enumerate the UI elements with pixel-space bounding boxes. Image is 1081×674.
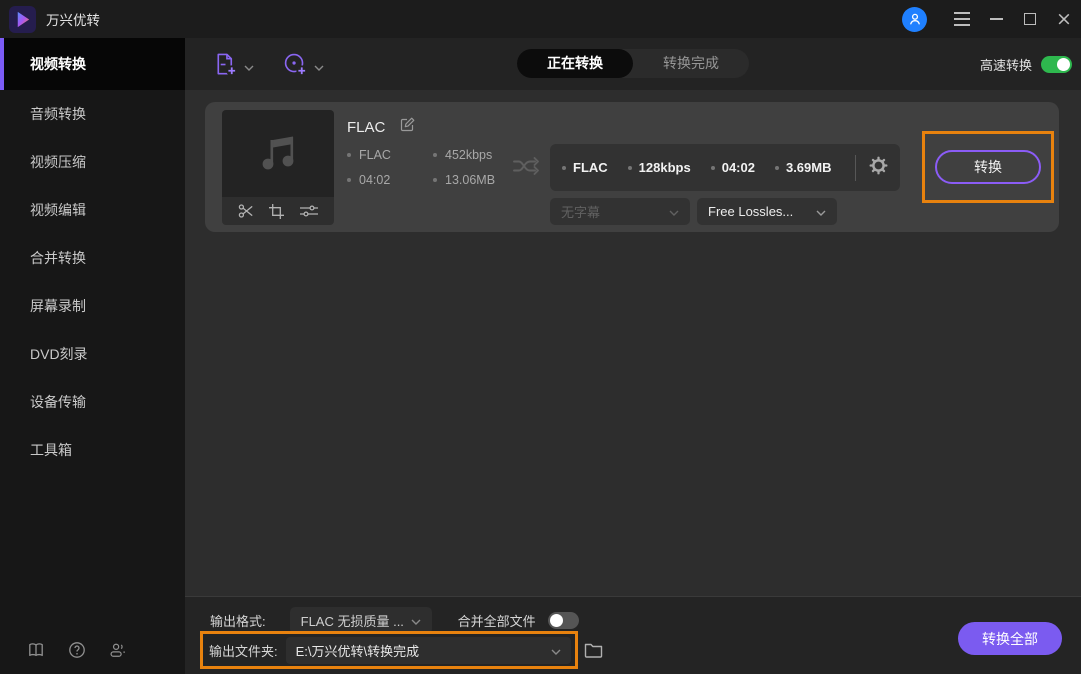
highlight-box-convert: 转换 — [922, 131, 1054, 203]
app-logo-icon — [9, 6, 36, 33]
trim-icon[interactable] — [238, 203, 254, 219]
source-format: FLAC — [359, 148, 391, 162]
convert-button[interactable]: 转换 — [935, 150, 1041, 184]
high-speed-toggle[interactable] — [1041, 56, 1072, 73]
preset-dropdown-value: Free Lossles... — [708, 204, 793, 219]
source-duration: 04:02 — [359, 173, 390, 187]
close-icon: × — [1056, 10, 1072, 29]
maximize-icon — [1024, 13, 1036, 25]
tab-group: 正在转换 转换完成 — [517, 49, 749, 78]
minimize-icon — [990, 18, 1003, 20]
thumbnail-toolbar — [222, 197, 334, 225]
output-format-dropdown[interactable]: FLAC 无损质量 ... — [290, 607, 432, 634]
thumbnail-image — [222, 110, 334, 197]
sidebar-item-video-convert[interactable]: 视频转换 — [0, 38, 185, 90]
crop-icon[interactable] — [269, 204, 284, 219]
add-disc-button[interactable] — [283, 52, 324, 82]
app-title: 万兴优转 — [46, 9, 100, 29]
target-format: FLAC — [573, 160, 608, 175]
merge-all-toggle[interactable] — [548, 612, 579, 629]
effects-icon[interactable] — [300, 205, 318, 217]
sidebar-footer — [27, 641, 127, 659]
bottombar: 输出格式: FLAC 无损质量 ... 合并全部文件 输出文件夹: E:\万兴优… — [185, 596, 1081, 674]
output-folder-label: 输出文件夹: — [209, 641, 278, 660]
chevron-down-icon — [244, 58, 254, 76]
source-file-info: FLAC 452kbps 04:02 13.06MB — [347, 148, 495, 187]
sidebar-item-audio-convert[interactable]: 音频转换 — [0, 90, 185, 138]
open-folder-icon[interactable] — [584, 642, 603, 663]
toolbar: 正在转换 转换完成 高速转换 — [185, 38, 1081, 90]
source-bitrate: 452kbps — [445, 148, 492, 162]
file-card: FLAC FLAC 452kbps 04:02 13.06MB — [205, 102, 1059, 232]
contact-icon[interactable] — [109, 641, 127, 659]
convert-direction-icon — [511, 155, 541, 182]
sidebar: 视频转换 音频转换 视频压缩 视频编辑 合并转换 屏幕录制 DVD刻录 设备传输… — [0, 38, 185, 674]
tab-converting[interactable]: 正在转换 — [517, 49, 633, 78]
highlight-box-output-folder: 输出文件夹: E:\万兴优转\转换完成 — [200, 631, 578, 669]
target-settings-box: FLAC 128kbps 04:02 3.69MB — [550, 144, 900, 191]
output-folder-dropdown[interactable]: E:\万兴优转\转换完成 — [286, 637, 571, 664]
guide-book-icon[interactable] — [27, 641, 45, 659]
output-format-label: 输出格式: — [210, 611, 266, 630]
add-file-icon — [213, 52, 238, 82]
divider — [855, 155, 856, 181]
merge-all-label: 合并全部文件 — [458, 611, 536, 630]
sidebar-item-merge-convert[interactable]: 合并转换 — [0, 234, 185, 282]
minimize-button[interactable] — [979, 0, 1013, 38]
chevron-down-icon — [551, 643, 561, 658]
chevron-down-icon — [411, 613, 421, 628]
target-duration: 04:02 — [722, 160, 755, 175]
sidebar-item-video-edit[interactable]: 视频编辑 — [0, 186, 185, 234]
maximize-button[interactable] — [1013, 0, 1047, 38]
preset-dropdown[interactable]: Free Lossles... — [697, 198, 837, 225]
help-icon[interactable] — [68, 641, 86, 659]
output-format-value: FLAC 无损质量 ... — [301, 611, 404, 630]
chevron-down-icon — [314, 58, 324, 76]
chevron-down-icon — [669, 204, 679, 219]
sidebar-item-toolbox[interactable]: 工具箱 — [0, 426, 185, 474]
target-size: 3.69MB — [786, 160, 832, 175]
file-name: FLAC — [347, 119, 385, 136]
file-list-area: FLAC FLAC 452kbps 04:02 13.06MB — [185, 90, 1081, 596]
subtitle-dropdown-value: 无字幕 — [561, 202, 600, 221]
subtitle-dropdown[interactable]: 无字幕 — [550, 198, 690, 225]
sidebar-item-screen-record[interactable]: 屏幕录制 — [0, 282, 185, 330]
target-bitrate: 128kbps — [639, 160, 691, 175]
convert-all-button[interactable]: 转换全部 — [958, 622, 1062, 655]
sidebar-item-device-transfer[interactable]: 设备传输 — [0, 378, 185, 426]
source-size: 13.06MB — [445, 173, 495, 187]
add-disc-icon — [283, 52, 308, 82]
high-speed-label: 高速转换 — [980, 55, 1032, 74]
titlebar: 万兴优转 × — [0, 0, 1081, 38]
output-folder-path: E:\万兴优转\转换完成 — [296, 641, 420, 660]
rename-icon[interactable] — [399, 116, 416, 138]
add-file-button[interactable] — [213, 52, 254, 82]
user-avatar[interactable] — [902, 7, 927, 32]
hamburger-icon — [954, 12, 970, 26]
chevron-down-icon — [816, 204, 826, 219]
settings-gear-icon[interactable] — [869, 156, 888, 180]
music-note-icon — [257, 135, 299, 173]
sidebar-item-dvd-burn[interactable]: DVD刻录 — [0, 330, 185, 378]
sidebar-item-video-compress[interactable]: 视频压缩 — [0, 138, 185, 186]
close-button[interactable]: × — [1047, 0, 1081, 38]
tab-finished[interactable]: 转换完成 — [633, 49, 749, 78]
app-window: 万兴优转 × 视频转换 音频转换 视频压缩 — [0, 0, 1081, 674]
menu-button[interactable] — [945, 0, 979, 38]
file-thumbnail — [222, 110, 334, 225]
high-speed-control: 高速转换 — [980, 38, 1072, 90]
